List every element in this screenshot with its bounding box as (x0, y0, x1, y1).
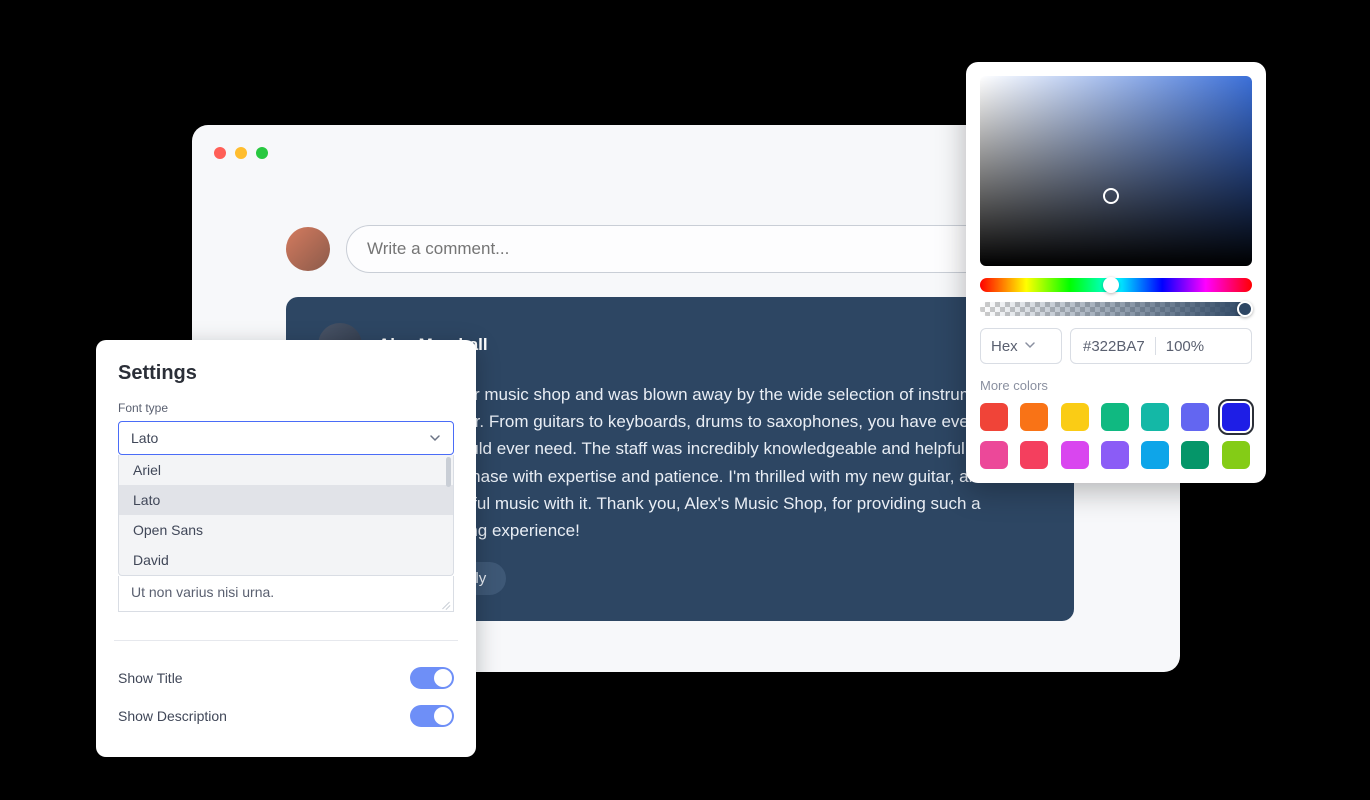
settings-title: Settings (118, 362, 454, 385)
color-swatch[interactable] (1101, 403, 1129, 431)
divider (1155, 337, 1156, 355)
hue-slider[interactable] (980, 278, 1252, 292)
alpha-slider[interactable] (980, 302, 1252, 316)
color-swatch[interactable] (1061, 403, 1089, 431)
show-description-label: Show Description (118, 708, 227, 724)
color-swatch[interactable] (980, 403, 1008, 431)
chevron-down-icon (429, 432, 441, 444)
color-swatch[interactable] (980, 441, 1008, 469)
font-dropdown: Ariel Lato Open Sans David (118, 455, 454, 576)
scrollbar[interactable] (446, 457, 451, 487)
color-picker-panel: Hex #322BA7 100% More colors (966, 62, 1266, 483)
hex-value: #322BA7 (1083, 338, 1145, 355)
minimize-icon[interactable] (235, 147, 247, 159)
color-swatch[interactable] (1181, 441, 1209, 469)
divider (114, 640, 458, 641)
show-title-label: Show Title (118, 670, 183, 686)
show-description-row: Show Description (118, 697, 454, 735)
chevron-down-icon (1024, 338, 1036, 355)
color-swatch[interactable] (1222, 403, 1250, 431)
resize-handle-icon[interactable] (441, 599, 451, 609)
show-title-toggle[interactable] (410, 667, 454, 689)
color-swatch[interactable] (1181, 403, 1209, 431)
color-swatch[interactable] (1020, 403, 1048, 431)
show-description-toggle[interactable] (410, 705, 454, 727)
font-select-value: Lato (131, 430, 158, 446)
alpha-cursor-icon[interactable] (1237, 301, 1253, 317)
maximize-icon[interactable] (256, 147, 268, 159)
avatar (286, 227, 330, 271)
close-icon[interactable] (214, 147, 226, 159)
color-format-value: Hex (991, 338, 1018, 355)
textarea[interactable]: Ut non varius nisi urna. (118, 576, 454, 612)
window-controls (214, 147, 268, 159)
font-option[interactable]: David (119, 545, 453, 575)
font-type-label: Font type (118, 401, 454, 415)
color-swatch[interactable] (1141, 403, 1169, 431)
show-title-row: Show Title (118, 659, 454, 697)
gradient-cursor-icon[interactable] (1103, 188, 1119, 204)
font-option[interactable]: Open Sans (119, 515, 453, 545)
color-swatch[interactable] (1222, 441, 1250, 469)
font-option[interactable]: Lato (119, 485, 453, 515)
font-option[interactable]: Ariel (119, 455, 453, 485)
color-swatch[interactable] (1101, 441, 1129, 469)
color-inputs: Hex #322BA7 100% (980, 328, 1252, 364)
more-colors-label: More colors (980, 378, 1252, 393)
color-swatch[interactable] (1141, 441, 1169, 469)
settings-panel: Settings Font type Lato Ariel Lato Open … (96, 340, 476, 757)
color-format-select[interactable]: Hex (980, 328, 1062, 364)
swatch-grid (980, 403, 1252, 469)
saturation-gradient[interactable] (980, 76, 1252, 266)
font-select[interactable]: Lato (118, 421, 454, 455)
hex-input[interactable]: #322BA7 100% (1070, 328, 1252, 364)
color-swatch[interactable] (1061, 441, 1089, 469)
opacity-value: 100% (1166, 338, 1204, 355)
hue-cursor-icon[interactable] (1103, 277, 1119, 293)
color-swatch[interactable] (1020, 441, 1048, 469)
